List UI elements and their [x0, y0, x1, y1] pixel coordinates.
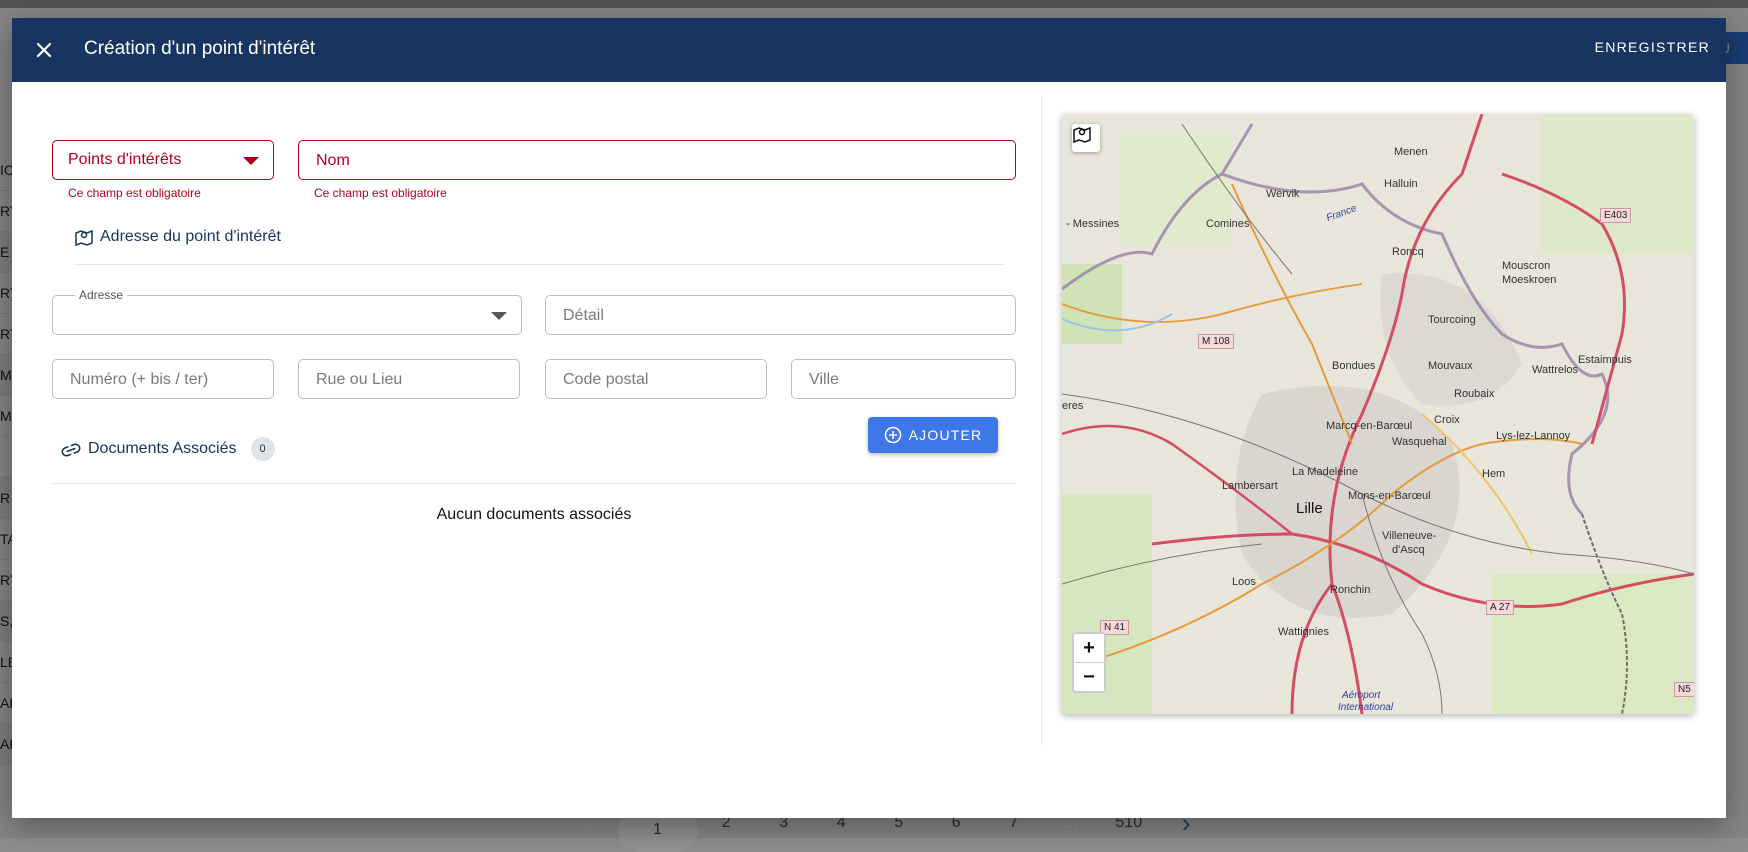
- address-select[interactable]: Adresse: [52, 288, 522, 335]
- road-shield: A 27: [1486, 600, 1515, 615]
- dialog-header: Création d'un point d'intérêt ENREGISTRE…: [12, 18, 1726, 82]
- documents-empty-message: Aucun documents associés: [436, 506, 632, 523]
- save-button[interactable]: ENREGISTRER: [1595, 39, 1710, 55]
- documents-divider: [52, 483, 1016, 484]
- street-input[interactable]: [314, 360, 503, 400]
- create-poi-dialog: Création d'un point d'intérêt ENREGISTRE…: [12, 18, 1726, 818]
- map-view[interactable]: Menen Wervik Halluin Comines - Messines …: [1062, 114, 1694, 714]
- name-input[interactable]: [314, 141, 949, 181]
- map-label: Roubaix: [1454, 388, 1495, 400]
- poi-type-select[interactable]: Points d'intérêts: [52, 140, 274, 180]
- name-error: Ce champ est obligatoire: [314, 186, 447, 200]
- address-section-title: Adresse du point d'intérêt: [74, 227, 281, 247]
- road-shield: N5: [1674, 682, 1694, 697]
- address-divider: [74, 264, 1004, 265]
- map-label: Halluin: [1384, 178, 1418, 190]
- documents-count-badge: 0: [250, 437, 275, 461]
- map-label: Wervik: [1266, 188, 1300, 200]
- map-label: Mouvaux: [1428, 360, 1473, 372]
- close-button[interactable]: [26, 32, 62, 68]
- map-label: International: [1338, 702, 1394, 713]
- map-label: Wattignies: [1278, 626, 1329, 638]
- column-separator: [1041, 94, 1042, 746]
- poi-type-value: Points d'intérêts: [68, 151, 182, 168]
- map-label: Loos: [1232, 576, 1256, 588]
- number-field[interactable]: [52, 359, 274, 400]
- map-label: Hem: [1482, 468, 1506, 480]
- map-label: Mouscron: [1502, 260, 1551, 272]
- map-label: d'Ascq: [1392, 544, 1425, 556]
- add-document-label: AJOUTER: [908, 427, 983, 443]
- map-label: eres: [1062, 400, 1084, 412]
- map-layers-button[interactable]: [1072, 124, 1100, 152]
- map-label: Lys-lez-Lannoy: [1496, 430, 1571, 442]
- zoom-control: + −: [1072, 632, 1106, 693]
- map-label: Roncq: [1392, 246, 1424, 258]
- map-marker-icon: [75, 229, 93, 247]
- plus-circle-icon: [884, 426, 901, 444]
- map-label: Menen: [1394, 146, 1428, 158]
- street-field[interactable]: [298, 359, 520, 400]
- close-icon: [36, 42, 52, 58]
- city-field[interactable]: [791, 359, 1016, 400]
- address-section-label: Adresse du point d'intérêt: [100, 228, 281, 245]
- number-input[interactable]: [68, 360, 257, 400]
- city-input[interactable]: [807, 360, 999, 400]
- map-label: Marcq-en-Barœul: [1326, 420, 1413, 432]
- chevron-down-icon: [491, 312, 507, 320]
- map-label: Villeneuve-: [1382, 530, 1437, 542]
- map-label: Estaimpuis: [1578, 354, 1632, 366]
- map-tiles: [1062, 114, 1694, 714]
- map-label: Croix: [1434, 414, 1460, 426]
- road-shield: M 108: [1198, 334, 1234, 349]
- postal-code-field[interactable]: [545, 359, 767, 400]
- address-legend: Adresse: [75, 288, 128, 302]
- link-icon: [61, 443, 81, 457]
- map-label: Moeskroen: [1502, 274, 1557, 286]
- road-shield: E403: [1600, 208, 1632, 223]
- map-label: Ronchin: [1330, 584, 1371, 596]
- documents-label: Documents Associés: [88, 440, 237, 457]
- poi-type-error: Ce champ est obligatoire: [68, 186, 201, 200]
- map-label: Comines: [1206, 218, 1250, 230]
- map-icon: [1073, 126, 1091, 144]
- map-label: Mons-en-Barœul: [1348, 490, 1431, 502]
- map-label: Aéroport: [1342, 690, 1381, 701]
- add-document-button[interactable]: AJOUTER: [868, 417, 998, 453]
- name-field[interactable]: [298, 140, 1016, 181]
- map-label: La Madeleine: [1292, 466, 1359, 478]
- documents-section-title: Documents Associés 0: [60, 437, 275, 461]
- map-label: Wattrelos: [1532, 364, 1579, 376]
- map-label: - Messines: [1066, 218, 1120, 230]
- map-label: Lille: [1296, 500, 1323, 517]
- map-label: Bondues: [1332, 360, 1376, 372]
- map-label: Tourcoing: [1428, 314, 1476, 326]
- map-label: Lambersart: [1222, 480, 1278, 492]
- detail-input[interactable]: [561, 296, 974, 336]
- dialog-title: Création d'un point d'intérêt: [84, 38, 316, 59]
- zoom-in-button[interactable]: +: [1074, 634, 1104, 663]
- map-label: Wasquehal: [1392, 436, 1447, 448]
- chevron-down-icon: [243, 157, 259, 165]
- detail-field[interactable]: [545, 295, 1016, 336]
- postal-code-input[interactable]: [561, 360, 750, 400]
- zoom-out-button[interactable]: −: [1074, 663, 1104, 691]
